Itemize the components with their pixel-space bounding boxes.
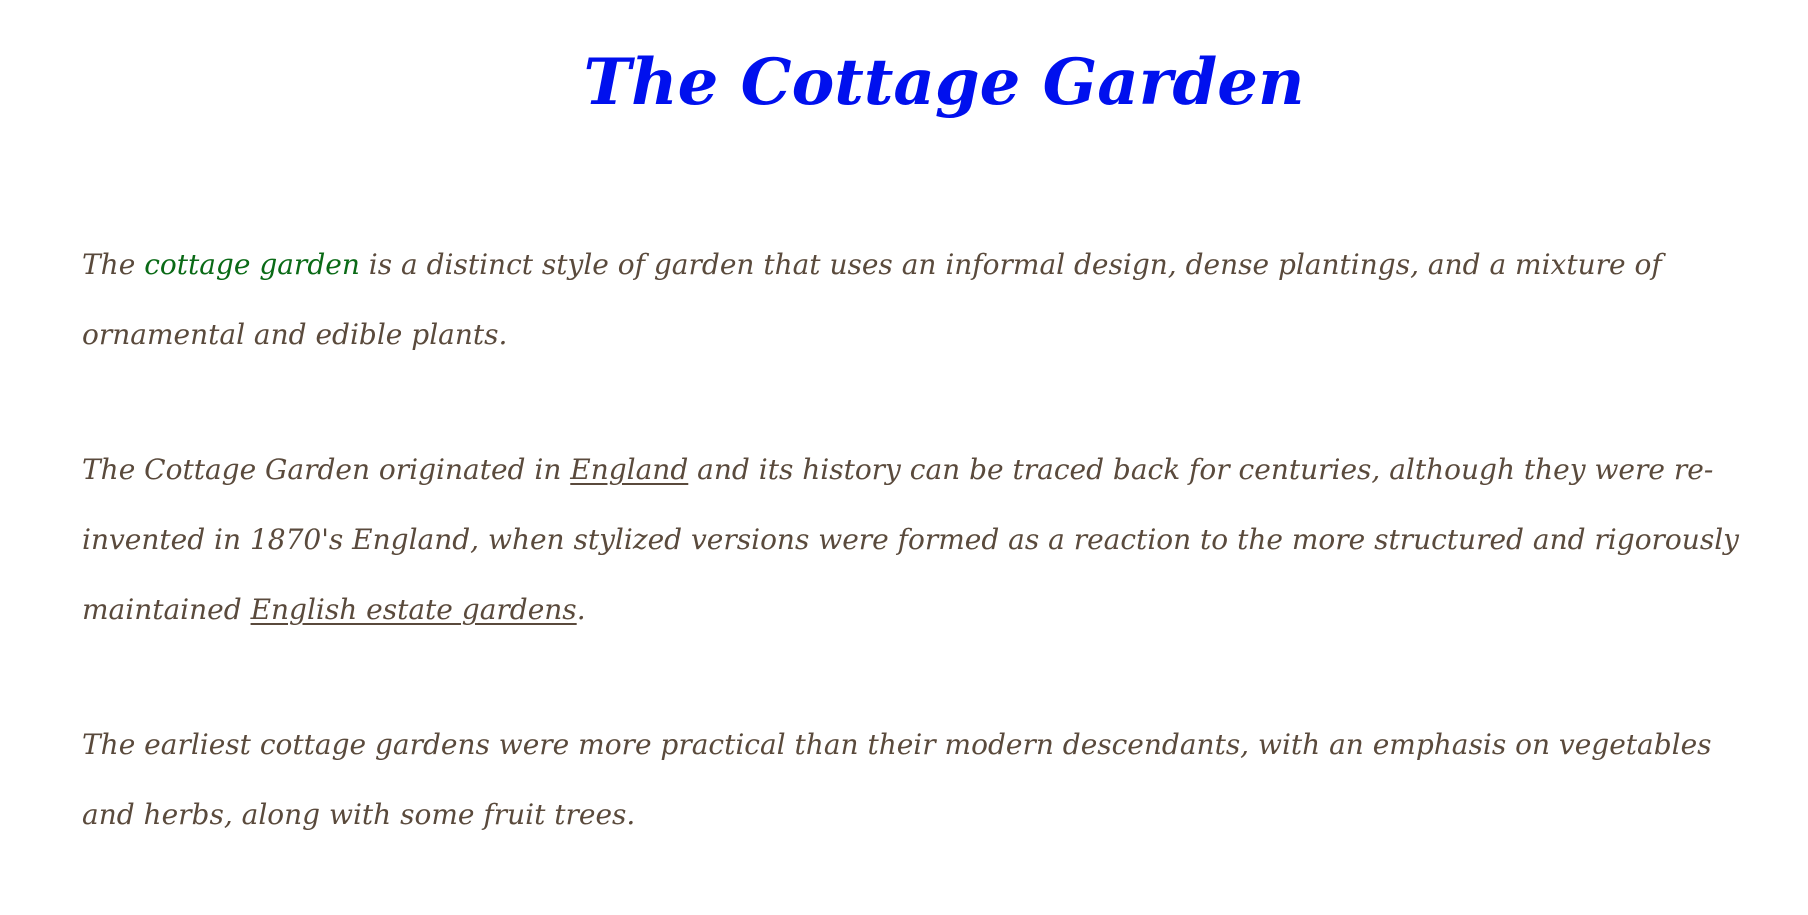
- article-body: The cottage garden is a distinct style o…: [82, 230, 1772, 915]
- paragraph-history: The Cottage Garden originated in England…: [82, 435, 1772, 645]
- english-estate-gardens-link[interactable]: English estate gardens: [251, 593, 577, 626]
- page: The Cottage Garden The cottage garden is…: [0, 0, 1808, 831]
- paragraph-history-post: .: [576, 593, 586, 626]
- paragraph-earliest: The earliest cottage gardens were more p…: [82, 710, 1772, 850]
- paragraph-intro-pre: The: [82, 248, 145, 281]
- england-link[interactable]: England: [570, 453, 688, 486]
- cottage-garden-term: cottage garden: [144, 248, 360, 281]
- paragraph-history-pre: The Cottage Garden originated in: [82, 453, 571, 486]
- paragraph-intro: The cottage garden is a distinct style o…: [82, 230, 1772, 370]
- page-title: The Cottage Garden: [583, 45, 1305, 120]
- paragraph-earliest-text: The earliest cottage gardens were more p…: [82, 728, 1712, 831]
